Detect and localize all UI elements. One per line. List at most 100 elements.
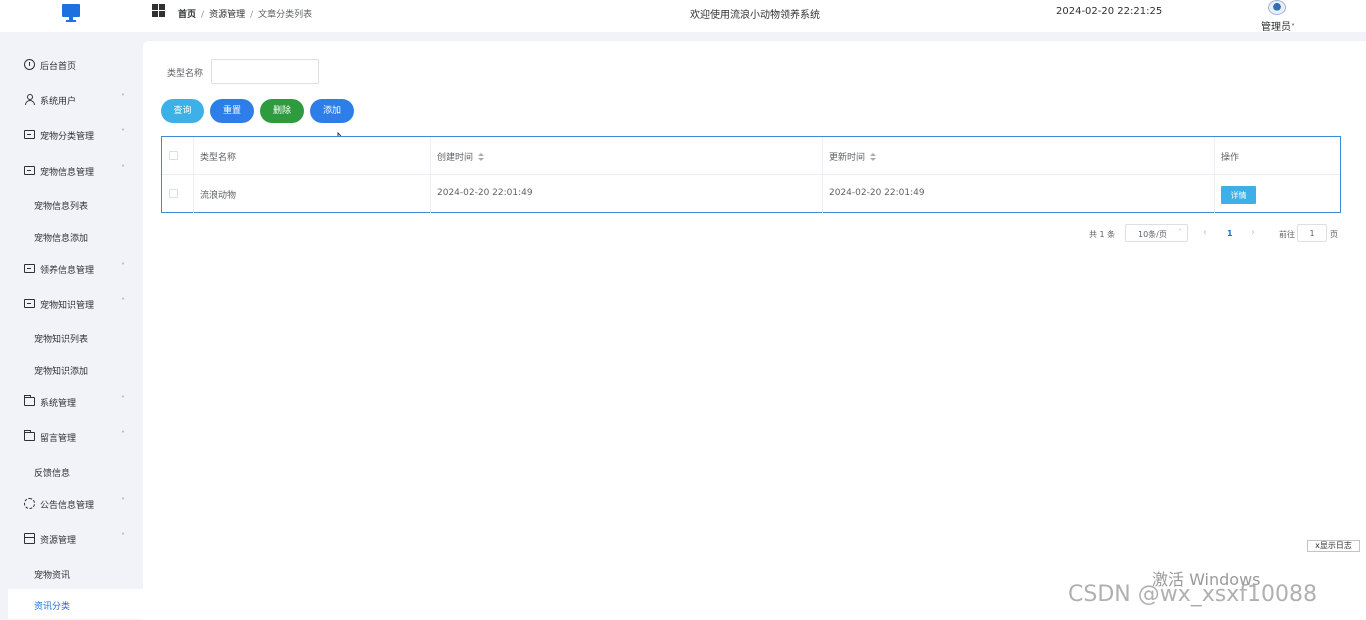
header-cell-updated[interactable]: 更新时间 — [823, 137, 1215, 175]
folder-icon — [24, 395, 35, 406]
user-icon — [24, 94, 35, 105]
sidebar-subitem-pet-news[interactable]: 宠物资讯 — [0, 558, 143, 588]
category-table: 类型名称 创建时间 更新时间 操作 流浪动物 2024-02-20 22:01:… — [161, 136, 1341, 213]
chevron-down-icon: ˅ — [1291, 23, 1295, 32]
delete-button[interactable]: 删除 — [260, 99, 304, 123]
sidebar-item-dashboard[interactable]: 后台首页 — [0, 48, 143, 80]
table-row: 流浪动物 2024-02-20 22:01:49 2024-02-20 22:0… — [162, 175, 1340, 213]
clock-icon — [24, 59, 35, 70]
chevron-up-icon: ˄ — [121, 532, 125, 541]
user-label: 管理员 — [1261, 22, 1291, 33]
current-datetime: 2024-02-20 22:21:25 — [1056, 6, 1163, 17]
top-bar: 首页 / 资源管理 / 文章分类列表 欢迎使用流浪小动物领养系统 2024-02-20 … — [0, 0, 1366, 33]
sidebar-item-label: 系统管理 — [40, 399, 77, 409]
column-header: 操作 — [1221, 153, 1240, 163]
sidebar-item-label: 系统用户 — [40, 97, 77, 107]
sidebar-item-resources[interactable]: 资源管理 ˄ — [0, 522, 143, 554]
chevron-down-icon: ˅ — [121, 128, 125, 137]
row-cell-select — [162, 175, 194, 213]
sidebar-item-label: 领养信息管理 — [40, 266, 95, 276]
header-cell-actions: 操作 — [1215, 137, 1340, 175]
sidebar-item-system-users[interactable]: 系统用户 ˅ — [0, 83, 143, 115]
sidebar-subitem-pet-info-list[interactable]: 宠物信息列表 — [0, 189, 143, 219]
chevron-up-icon: ˄ — [121, 430, 125, 439]
chevron-down-icon: ˅ — [121, 262, 125, 271]
row-cell-updated: 2024-02-20 22:01:49 — [823, 175, 1215, 213]
page-size-select[interactable]: 10条/页 ˅ — [1125, 224, 1188, 242]
app-title: 欢迎使用流浪小动物领养系统 — [690, 10, 820, 21]
card-icon — [24, 130, 35, 139]
sidebar-subitem-pet-info-add[interactable]: 宠物信息添加 — [0, 221, 143, 251]
sidebar-item-pet-knowledge[interactable]: 宠物知识管理 ˄ — [0, 287, 143, 319]
breadcrumb: 首页 / 资源管理 / 文章分类列表 — [178, 7, 312, 20]
goto-page-input[interactable] — [1297, 224, 1327, 242]
sidebar-item-adoption[interactable]: 领养信息管理 ˅ — [0, 252, 143, 284]
breadcrumb-separator: / — [250, 10, 254, 20]
header-cell-select — [162, 137, 194, 175]
category-name: 流浪动物 — [200, 191, 237, 201]
sidebar-item-label: 后台首页 — [40, 62, 77, 72]
breadcrumb-home[interactable]: 首页 — [178, 10, 196, 20]
breadcrumb-separator: / — [201, 10, 205, 20]
main-panel — [143, 41, 1366, 620]
sidebar-item-label: 宠物分类管理 — [40, 132, 95, 142]
query-button[interactable]: 查询 — [161, 99, 204, 123]
sidebar-item-label: 宠物知识管理 — [40, 301, 95, 311]
sidebar-item-pet-info[interactable]: 宠物信息管理 ˄ — [0, 154, 143, 186]
sidebar-subitem-feedback[interactable]: 反馈信息 — [0, 456, 143, 486]
header-cell-name: 类型名称 — [194, 137, 431, 175]
box-icon — [24, 533, 35, 544]
add-button[interactable]: 添加 — [310, 99, 354, 123]
csdn-watermark: CSDN @wx_xsxf10088 — [1068, 582, 1317, 607]
sidebar-item-announcements[interactable]: 公告信息管理 ˅ — [0, 487, 143, 519]
next-page-button[interactable]: › — [1251, 227, 1255, 238]
pagination-total: 共 1 条 — [1089, 230, 1116, 239]
sidebar-subitem-news-category[interactable]: 资讯分类 — [8, 589, 143, 619]
reset-button[interactable]: 重置 — [210, 99, 254, 123]
menu-toggle-grid-icon[interactable] — [152, 4, 165, 17]
chevron-up-icon: ˄ — [121, 164, 125, 173]
sidebar-item-pet-category[interactable]: 宠物分类管理 ˅ — [0, 118, 143, 150]
select-all-checkbox[interactable] — [169, 151, 178, 160]
category-name-search-input[interactable] — [211, 59, 319, 84]
prev-page-button[interactable]: ‹ — [1203, 227, 1207, 238]
search-label: 类型名称 — [167, 69, 204, 79]
breadcrumb-current: 文章分类列表 — [258, 10, 313, 20]
goto-label: 前往 — [1279, 230, 1295, 239]
chevron-up-icon: ˄ — [121, 297, 125, 306]
chevron-down-icon: ˅ — [121, 395, 125, 404]
page-number-current[interactable]: 1 — [1227, 229, 1233, 238]
row-checkbox[interactable] — [169, 189, 178, 198]
table-header-row: 类型名称 创建时间 更新时间 操作 — [162, 137, 1340, 175]
user-menu[interactable]: 管理员˅ — [1261, 18, 1295, 33]
card-icon — [24, 299, 35, 308]
chevron-down-icon: ˅ — [121, 93, 125, 102]
sidebar-item-label: 宠物资讯 — [34, 571, 71, 581]
row-cell-actions: 详情 — [1215, 175, 1340, 213]
detail-button[interactable]: 详情 — [1221, 186, 1256, 204]
updated-time: 2024-02-20 22:01:49 — [829, 188, 925, 198]
chevron-down-icon: ˅ — [121, 497, 125, 506]
sidebar-subitem-knowledge-list[interactable]: 宠物知识列表 — [0, 322, 143, 352]
sidebar-item-messages[interactable]: 留言管理 ˄ — [0, 420, 143, 452]
breadcrumb-resource[interactable]: 资源管理 — [209, 10, 245, 20]
sidebar-subitem-knowledge-add[interactable]: 宠物知识添加 — [0, 354, 143, 384]
show-log-button[interactable]: x显示日志 — [1307, 540, 1360, 552]
chevron-down-icon: ˅ — [1178, 228, 1182, 237]
row-cell-name: 流浪动物 — [194, 175, 431, 213]
header-cell-created[interactable]: 创建时间 — [431, 137, 823, 175]
page-size-value: 10条/页 — [1138, 230, 1167, 239]
sun-icon — [24, 498, 35, 509]
folder-icon — [24, 430, 35, 441]
sidebar-item-label: 留言管理 — [40, 434, 77, 444]
sidebar-item-label: 宠物知识添加 — [34, 367, 89, 377]
sort-icon[interactable] — [870, 153, 877, 162]
sidebar-item-label: 宠物信息管理 — [40, 168, 95, 178]
column-header: 创建时间 — [437, 153, 474, 163]
avatar[interactable] — [1268, 0, 1286, 15]
sort-icon[interactable] — [478, 153, 485, 162]
sidebar-item-label: 资源管理 — [40, 536, 77, 546]
sidebar-item-label: 公告信息管理 — [40, 501, 95, 511]
sidebar-item-system-manage[interactable]: 系统管理 ˅ — [0, 385, 143, 417]
card-icon — [24, 166, 35, 175]
